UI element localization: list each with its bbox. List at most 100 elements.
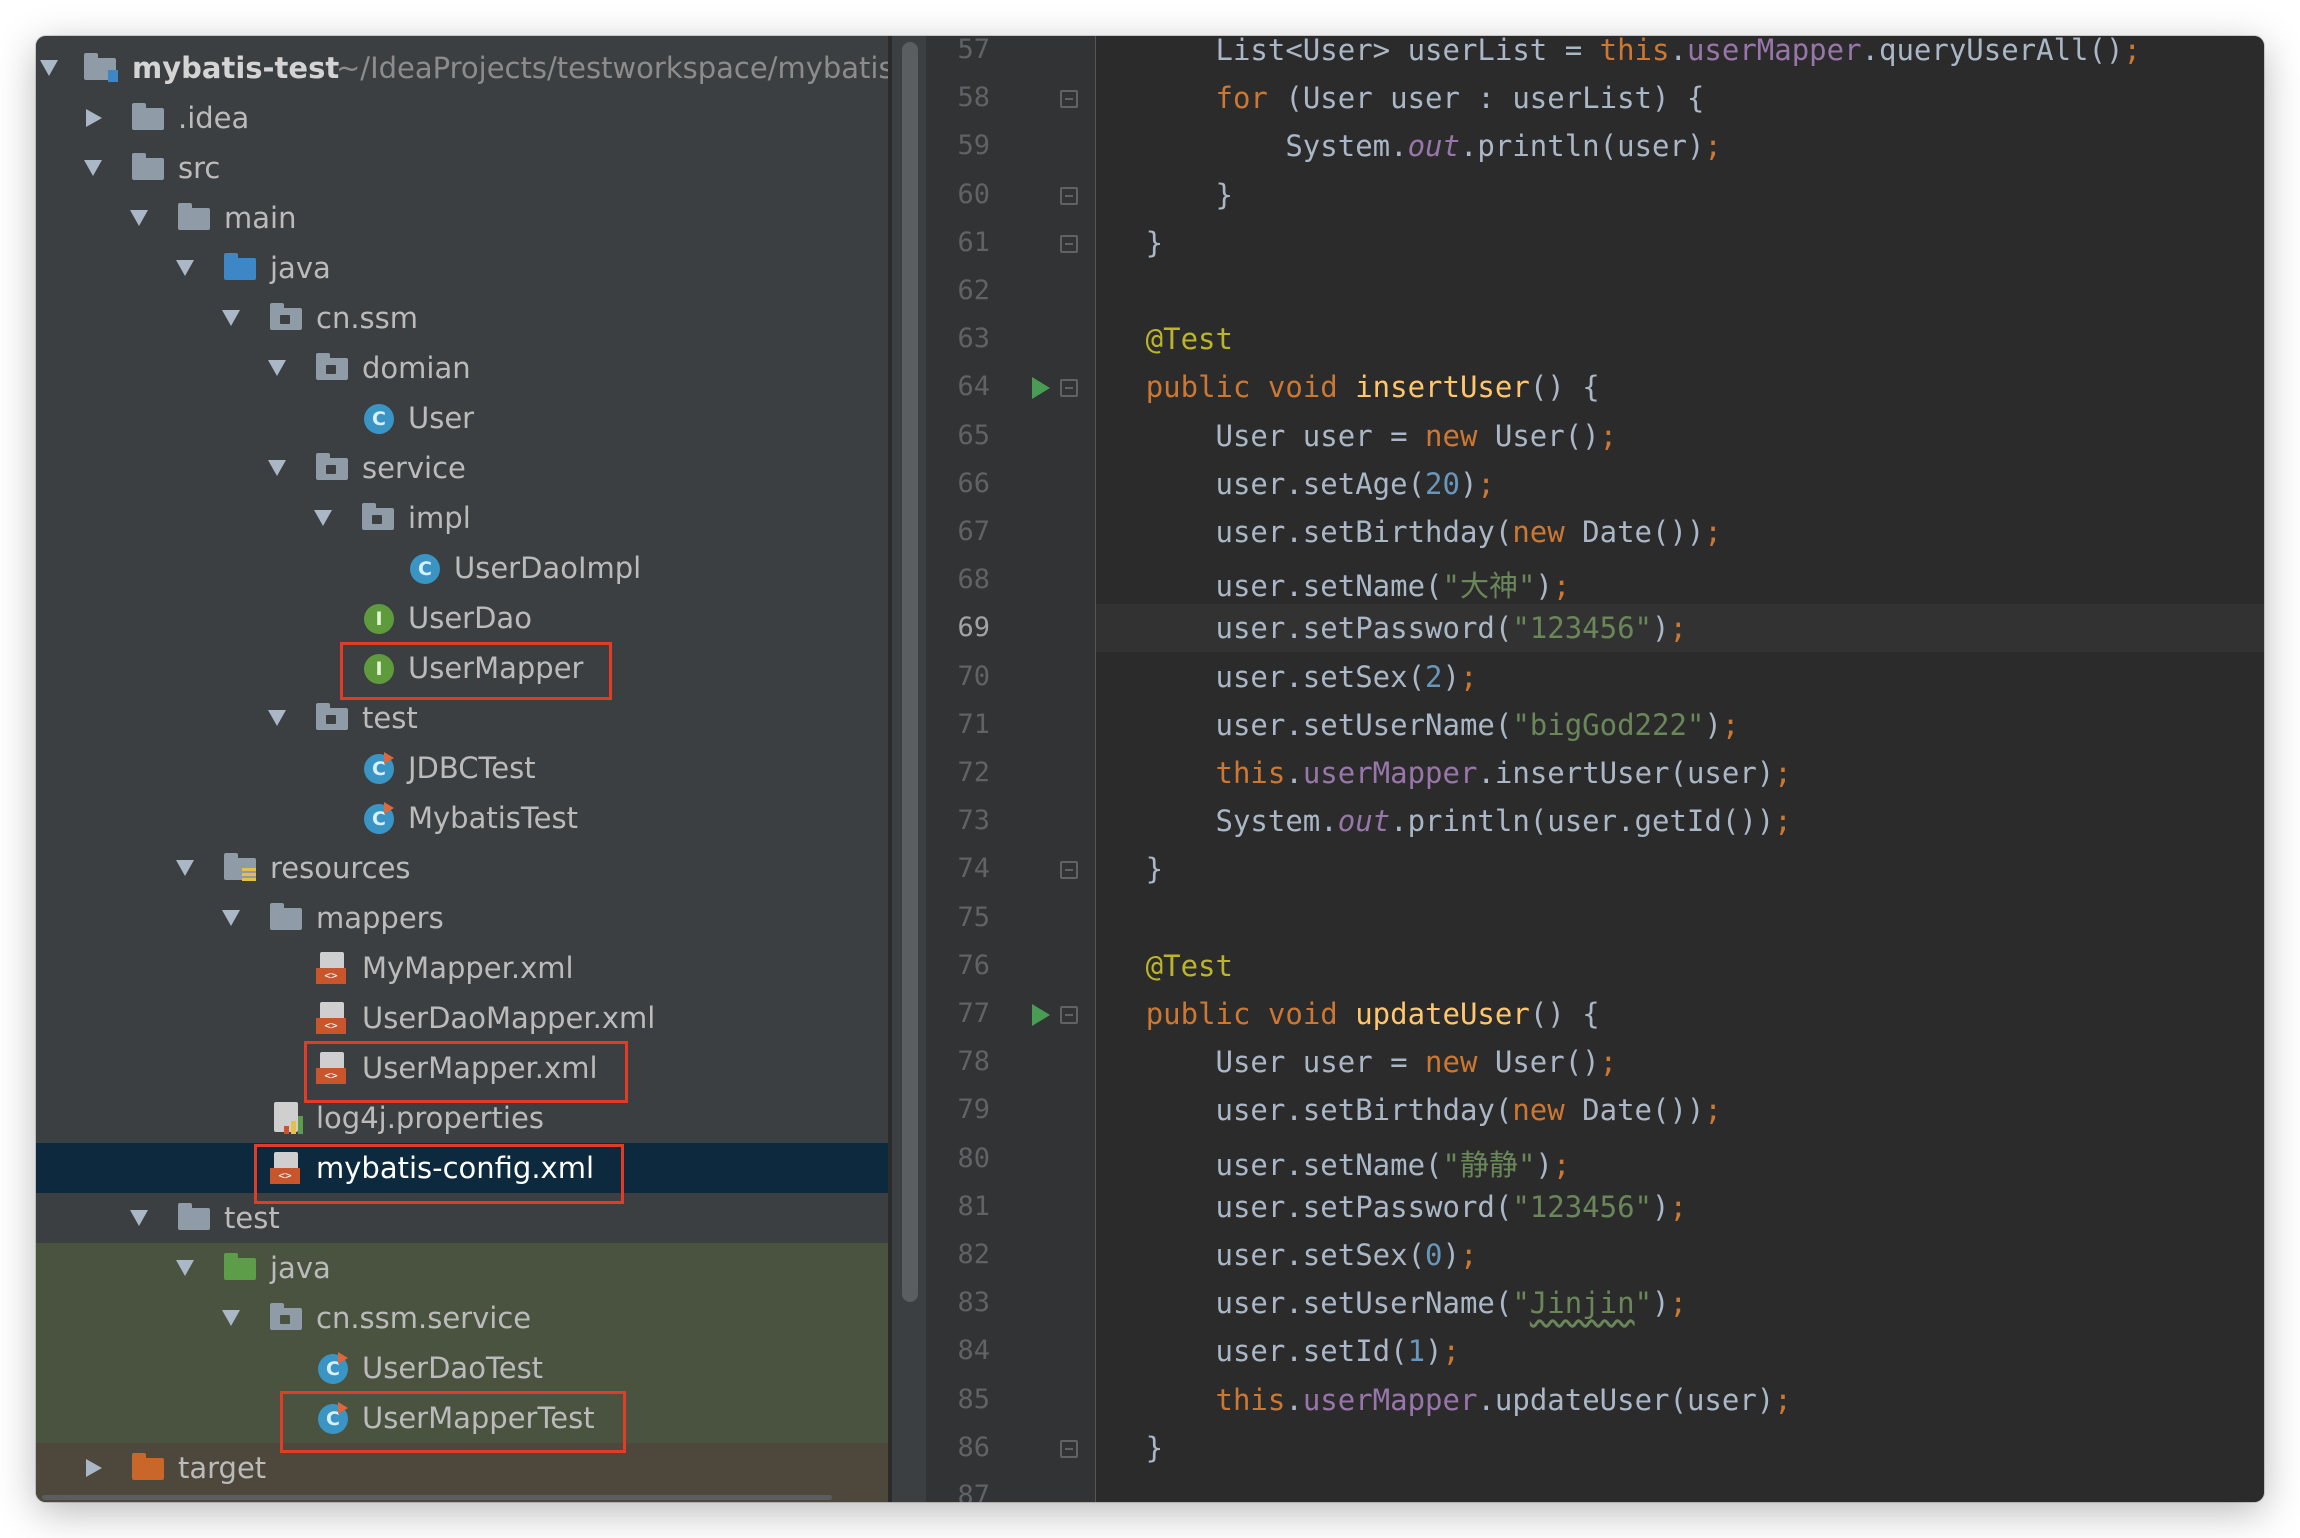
tree-scrollbar-thumb[interactable] bbox=[902, 42, 918, 1302]
code-line[interactable]: user.setUserName("bigGod222"); bbox=[1096, 701, 2264, 749]
tree-node-java-main[interactable]: java bbox=[36, 243, 888, 293]
code-line[interactable]: user.setSex(0); bbox=[1096, 1231, 2264, 1279]
line-number[interactable]: 85 bbox=[934, 1384, 990, 1415]
line-number[interactable]: 75 bbox=[934, 902, 990, 933]
line-number[interactable]: 74 bbox=[934, 853, 990, 884]
line-number[interactable]: 73 bbox=[934, 805, 990, 836]
horizontal-scrollbar[interactable] bbox=[42, 1495, 832, 1500]
tree-scrollbar[interactable] bbox=[892, 36, 926, 1502]
tree-node-domian[interactable]: domian bbox=[36, 343, 888, 393]
expand-arrow-icon[interactable] bbox=[176, 860, 194, 876]
code-line[interactable] bbox=[1096, 1472, 2264, 1502]
tree-node-userdaotest[interactable]: C UserDaoTest bbox=[36, 1343, 888, 1393]
line-number[interactable]: 57 bbox=[934, 36, 990, 65]
line-number[interactable]: 58 bbox=[934, 82, 990, 113]
tree-node-mybatistest[interactable]: C MybatisTest bbox=[36, 793, 888, 843]
line-number[interactable]: 83 bbox=[934, 1287, 990, 1318]
expand-arrow-icon[interactable] bbox=[268, 360, 286, 376]
tree-node-user[interactable]: C User bbox=[36, 393, 888, 443]
line-number[interactable]: 66 bbox=[934, 468, 990, 499]
expand-arrow-icon[interactable] bbox=[176, 260, 194, 276]
expand-arrow-icon[interactable] bbox=[222, 910, 240, 926]
line-number[interactable]: 87 bbox=[934, 1480, 990, 1502]
code-line[interactable]: user.setName("静静"); bbox=[1096, 1135, 2264, 1183]
line-number[interactable]: 64 bbox=[934, 371, 990, 402]
line-number[interactable]: 71 bbox=[934, 709, 990, 740]
code-line[interactable] bbox=[1096, 267, 2264, 315]
tree-node-cn-ssm-service[interactable]: cn.ssm.service bbox=[36, 1293, 888, 1343]
expand-arrow-icon[interactable] bbox=[84, 160, 102, 176]
tree-node-mybatis-config-xml[interactable]: <> mybatis-config.xml bbox=[36, 1143, 888, 1193]
code-line[interactable]: @Test bbox=[1096, 942, 2264, 990]
tree-node-test-package[interactable]: test bbox=[36, 693, 888, 743]
tree-node-userdao[interactable]: I UserDao bbox=[36, 593, 888, 643]
line-number[interactable]: 59 bbox=[934, 130, 990, 161]
line-number[interactable]: 72 bbox=[934, 757, 990, 788]
line-number[interactable]: 84 bbox=[934, 1335, 990, 1366]
code-line[interactable]: System.out.println(user.getId()); bbox=[1096, 797, 2264, 845]
tree-node-target[interactable]: target bbox=[36, 1443, 888, 1493]
code-line[interactable]: user.setAge(20); bbox=[1096, 460, 2264, 508]
tree-node-main[interactable]: main bbox=[36, 193, 888, 243]
collapse-arrow-icon[interactable] bbox=[86, 109, 102, 127]
expand-arrow-icon[interactable] bbox=[222, 310, 240, 326]
tree-node-userdaomapper-xml[interactable]: <> UserDaoMapper.xml bbox=[36, 993, 888, 1043]
project-tree[interactable]: mybatis-test ~/IdeaProjects/testworkspac… bbox=[36, 36, 888, 1502]
tree-node-idea[interactable]: .idea bbox=[36, 93, 888, 143]
tree-node-userdaoimpl[interactable]: C UserDaoImpl bbox=[36, 543, 888, 593]
expand-arrow-icon[interactable] bbox=[40, 60, 58, 76]
expand-arrow-icon[interactable] bbox=[222, 1310, 240, 1326]
expand-arrow-icon[interactable] bbox=[176, 1260, 194, 1276]
code-area[interactable]: List<User> userList = this.userMapper.qu… bbox=[1096, 36, 2264, 1502]
code-editor[interactable]: 57 58 59 60 61 62 63 64 65 66 67 68 69 70 71 72 73 74 75 76… bbox=[926, 36, 2264, 1502]
code-line[interactable]: user.setBirthday(new Date()); bbox=[1096, 508, 2264, 556]
code-line[interactable]: List<User> userList = this.userMapper.qu… bbox=[1096, 36, 2264, 74]
tree-node-src[interactable]: src bbox=[36, 143, 888, 193]
code-line[interactable]: user.setPassword("123456"); bbox=[1096, 604, 2264, 653]
tree-node-usermappertest[interactable]: C UserMapperTest bbox=[36, 1393, 888, 1443]
code-line[interactable] bbox=[1096, 894, 2264, 942]
code-line[interactable]: User user = new User(); bbox=[1096, 412, 2264, 460]
code-line[interactable]: user.setSex(2); bbox=[1096, 653, 2264, 701]
code-line[interactable]: user.setPassword("123456"); bbox=[1096, 1183, 2264, 1231]
expand-arrow-icon[interactable] bbox=[268, 460, 286, 476]
tree-node-usermapper[interactable]: I UserMapper bbox=[36, 643, 888, 693]
code-line[interactable]: user.setUserName("Jinjin"); bbox=[1096, 1279, 2264, 1327]
tree-node-service[interactable]: service bbox=[36, 443, 888, 493]
code-line[interactable]: this.userMapper.insertUser(user); bbox=[1096, 749, 2264, 797]
line-number[interactable]: 63 bbox=[934, 323, 990, 354]
line-number[interactable]: 86 bbox=[934, 1432, 990, 1463]
line-number[interactable]: 78 bbox=[934, 1046, 990, 1077]
code-line[interactable]: user.setBirthday(new Date()); bbox=[1096, 1086, 2264, 1134]
tree-node-mymapper-xml[interactable]: <> MyMapper.xml bbox=[36, 943, 888, 993]
line-number[interactable]: 80 bbox=[934, 1143, 990, 1174]
tree-node-java-test[interactable]: java bbox=[36, 1243, 888, 1293]
code-line[interactable]: User user = new User(); bbox=[1096, 1038, 2264, 1086]
code-line[interactable]: } bbox=[1096, 171, 2264, 219]
tree-node-resources[interactable]: resources bbox=[36, 843, 888, 893]
tree-node-project-root[interactable]: mybatis-test ~/IdeaProjects/testworkspac… bbox=[36, 43, 888, 93]
code-line[interactable]: for (User user : userList) { bbox=[1096, 74, 2264, 122]
expand-arrow-icon[interactable] bbox=[268, 710, 286, 726]
expand-arrow-icon[interactable] bbox=[314, 510, 332, 526]
code-line[interactable]: this.userMapper.updateUser(user); bbox=[1096, 1376, 2264, 1424]
code-line[interactable]: public void insertUser() { bbox=[1096, 363, 2264, 411]
code-line[interactable]: } bbox=[1096, 1424, 2264, 1472]
expand-arrow-icon[interactable] bbox=[130, 1210, 148, 1226]
code-line[interactable]: public void updateUser() { bbox=[1096, 990, 2264, 1038]
line-number[interactable]: 65 bbox=[934, 420, 990, 451]
collapse-arrow-icon[interactable] bbox=[86, 1459, 102, 1477]
tree-node-mappers[interactable]: mappers bbox=[36, 893, 888, 943]
tree-node-usermapper-xml[interactable]: <> UserMapper.xml bbox=[36, 1043, 888, 1093]
code-line[interactable]: } bbox=[1096, 219, 2264, 267]
line-number[interactable]: 60 bbox=[934, 179, 990, 210]
expand-arrow-icon[interactable] bbox=[130, 210, 148, 226]
line-number[interactable]: 77 bbox=[934, 998, 990, 1029]
code-line[interactable]: System.out.println(user); bbox=[1096, 122, 2264, 170]
code-line[interactable]: user.setId(1); bbox=[1096, 1327, 2264, 1375]
line-number[interactable]: 67 bbox=[934, 516, 990, 547]
code-line[interactable]: } bbox=[1096, 845, 2264, 893]
code-line[interactable]: @Test bbox=[1096, 315, 2264, 363]
tree-node-test-folder[interactable]: test bbox=[36, 1193, 888, 1243]
line-number[interactable]: 81 bbox=[934, 1191, 990, 1222]
